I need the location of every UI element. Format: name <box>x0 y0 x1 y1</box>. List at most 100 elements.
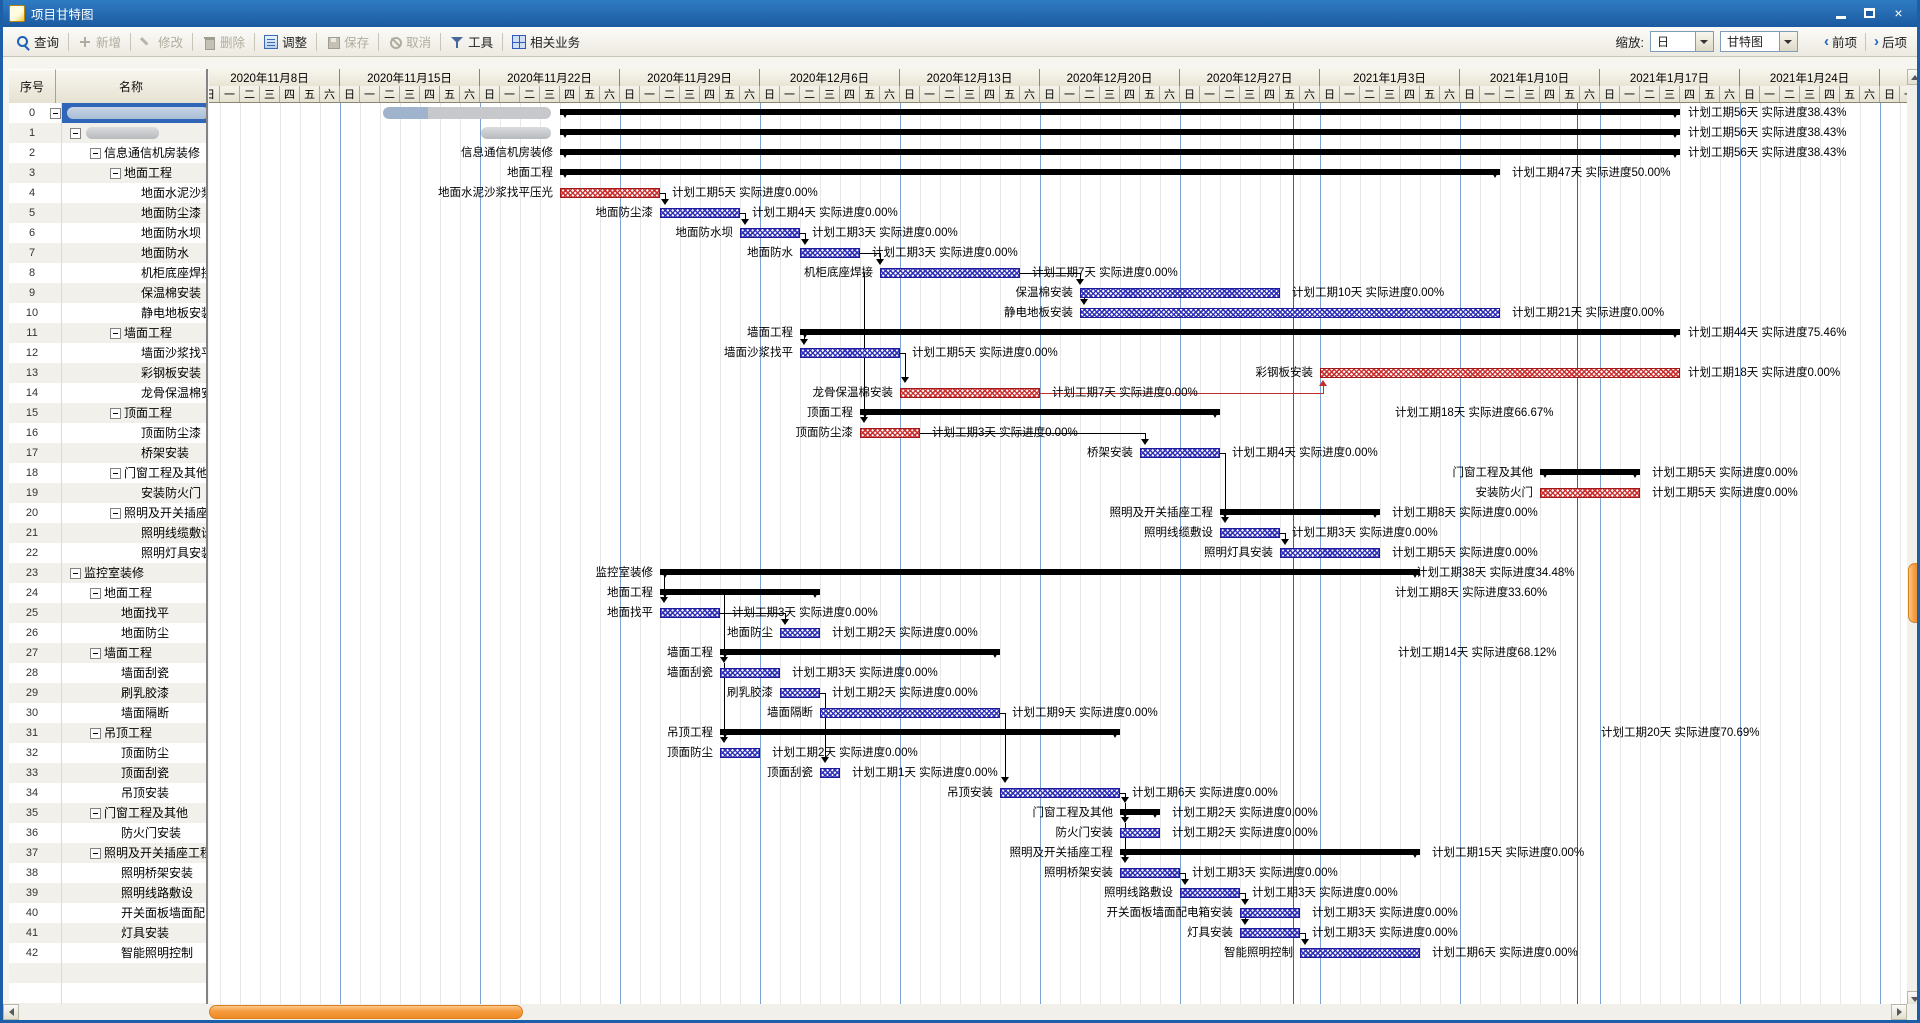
minimize-button[interactable] <box>1828 3 1853 23</box>
task-bar[interactable] <box>1220 528 1280 538</box>
table-row[interactable]: 30墙面隔断 <box>9 703 206 723</box>
task-bar[interactable] <box>1080 288 1280 298</box>
task-bar[interactable] <box>1180 888 1240 898</box>
table-row[interactable]: 37照明及开关插座工程 <box>9 843 206 863</box>
table-row[interactable]: 36防火门安装 <box>9 823 206 843</box>
table-row[interactable]: 0 <box>9 103 206 123</box>
vertical-scrollbar[interactable] <box>1907 69 1920 1007</box>
table-row[interactable]: 2信息通信机房装修 <box>9 143 206 163</box>
task-bar[interactable] <box>660 608 720 618</box>
critical-task-bar[interactable] <box>860 428 920 438</box>
tree-collapse-toggle[interactable] <box>90 648 101 659</box>
task-bar[interactable] <box>1080 308 1500 318</box>
table-row[interactable]: 33顶面刮瓷 <box>9 763 206 783</box>
table-row[interactable]: 3地面工程 <box>9 163 206 183</box>
table-row[interactable]: 27墙面工程 <box>9 643 206 663</box>
table-row[interactable]: 8机柜底座焊接 <box>9 263 206 283</box>
table-row[interactable]: 29刷乳胶漆 <box>9 683 206 703</box>
summary-bar[interactable] <box>560 129 1680 135</box>
tree-collapse-toggle[interactable] <box>70 128 81 139</box>
table-row[interactable]: 40开关面板墙面配电箱安装 <box>9 903 206 923</box>
zoom-scale-select[interactable]: 日 <box>1650 31 1714 52</box>
view-type-select[interactable]: 甘特图 <box>1720 31 1798 52</box>
table-row[interactable]: 5地面防尘漆 <box>9 203 206 223</box>
summary-bar[interactable] <box>560 169 1500 175</box>
chevron-down-icon[interactable] <box>1779 32 1797 51</box>
critical-task-bar[interactable] <box>560 188 660 198</box>
table-row[interactable]: 42智能照明控制 <box>9 943 206 963</box>
summary-bar[interactable] <box>560 109 1680 115</box>
scroll-left-button[interactable] <box>3 1004 19 1020</box>
table-row[interactable]: 9保温棉安装 <box>9 283 206 303</box>
column-header-no[interactable]: 序号 <box>9 69 56 104</box>
table-row[interactable]: 31吊顶工程 <box>9 723 206 743</box>
critical-task-bar[interactable] <box>1540 488 1640 498</box>
summary-bar[interactable] <box>720 649 1000 655</box>
table-row[interactable]: 32顶面防尘 <box>9 743 206 763</box>
restore-button[interactable] <box>1857 3 1882 23</box>
table-row[interactable]: 20照明及开关插座工程 <box>9 503 206 523</box>
toolbar-button-工具[interactable]: 工具 <box>443 29 500 54</box>
summary-bar[interactable] <box>1540 469 1640 475</box>
critical-task-bar[interactable] <box>1320 368 1680 378</box>
task-bar[interactable] <box>780 628 820 638</box>
table-row[interactable]: 22照明灯具安装 <box>9 543 206 563</box>
column-header-name[interactable]: 名称 <box>56 69 207 104</box>
summary-bar[interactable] <box>560 149 1680 155</box>
table-row[interactable]: 23监控室装修 <box>9 563 206 583</box>
table-row[interactable]: 41灯具安装 <box>9 923 206 943</box>
task-bar[interactable] <box>1280 548 1380 558</box>
tree-collapse-toggle[interactable] <box>90 148 101 159</box>
vertical-scrollbar-thumb[interactable] <box>1908 563 1920 623</box>
table-row[interactable]: 11墙面工程 <box>9 323 206 343</box>
scroll-up-button[interactable] <box>1907 69 1920 85</box>
table-row[interactable]: 13彩钢板安装 <box>9 363 206 383</box>
table-row[interactable]: 21照明线缆敷设 <box>9 523 206 543</box>
table-row[interactable]: 38照明桥架安装 <box>9 863 206 883</box>
task-bar[interactable] <box>660 208 740 218</box>
task-bar[interactable] <box>1140 448 1220 458</box>
tree-collapse-toggle[interactable] <box>110 168 121 179</box>
table-row[interactable]: 12墙面沙浆找平 <box>9 343 206 363</box>
table-row[interactable]: 7地面防水 <box>9 243 206 263</box>
task-bar[interactable] <box>800 248 860 258</box>
table-row[interactable]: 26地面防尘 <box>9 623 206 643</box>
table-row[interactable]: 1 <box>9 123 206 143</box>
tree-collapse-toggle[interactable] <box>70 568 81 579</box>
table-row[interactable]: 24地面工程 <box>9 583 206 603</box>
tree-collapse-toggle[interactable] <box>90 588 101 599</box>
task-bar[interactable] <box>1120 868 1180 878</box>
table-row[interactable]: 16顶面防尘漆 <box>9 423 206 443</box>
summary-bar[interactable] <box>1120 849 1420 855</box>
task-bar[interactable] <box>780 688 820 698</box>
task-bar[interactable] <box>820 708 1000 718</box>
table-row[interactable]: 19安装防火门 <box>9 483 206 503</box>
table-row[interactable]: 15顶面工程 <box>9 403 206 423</box>
tree-collapse-toggle[interactable] <box>110 328 121 339</box>
table-row[interactable]: 35门窗工程及其他 <box>9 803 206 823</box>
summary-bar[interactable] <box>1220 509 1380 515</box>
summary-bar[interactable] <box>860 409 1220 415</box>
task-bar[interactable] <box>1120 828 1160 838</box>
summary-bar[interactable] <box>660 569 1420 575</box>
table-row[interactable]: 34吊顶安装 <box>9 783 206 803</box>
tree-collapse-toggle[interactable] <box>110 508 121 519</box>
tree-collapse-toggle[interactable] <box>110 468 121 479</box>
task-bar[interactable] <box>740 228 800 238</box>
tree-collapse-toggle[interactable] <box>90 808 101 819</box>
horizontal-scrollbar-thumb[interactable] <box>209 1005 523 1019</box>
table-row[interactable]: 17桥架安装 <box>9 443 206 463</box>
task-bar[interactable] <box>820 768 840 778</box>
next-item-button[interactable]: › 后项 <box>1874 32 1907 51</box>
task-bar[interactable] <box>1300 948 1420 958</box>
task-bar[interactable] <box>720 748 760 758</box>
tree-collapse-toggle[interactable] <box>90 728 101 739</box>
toolbar-button-查询[interactable]: 查询 <box>9 29 66 54</box>
close-button[interactable]: × <box>1886 3 1911 23</box>
table-row[interactable]: 18门窗工程及其他 <box>9 463 206 483</box>
table-row[interactable]: 28墙面刮瓷 <box>9 663 206 683</box>
critical-task-bar[interactable] <box>900 388 1040 398</box>
table-row[interactable]: 25地面找平 <box>9 603 206 623</box>
task-bar[interactable] <box>1000 788 1120 798</box>
summary-bar[interactable] <box>660 589 820 595</box>
